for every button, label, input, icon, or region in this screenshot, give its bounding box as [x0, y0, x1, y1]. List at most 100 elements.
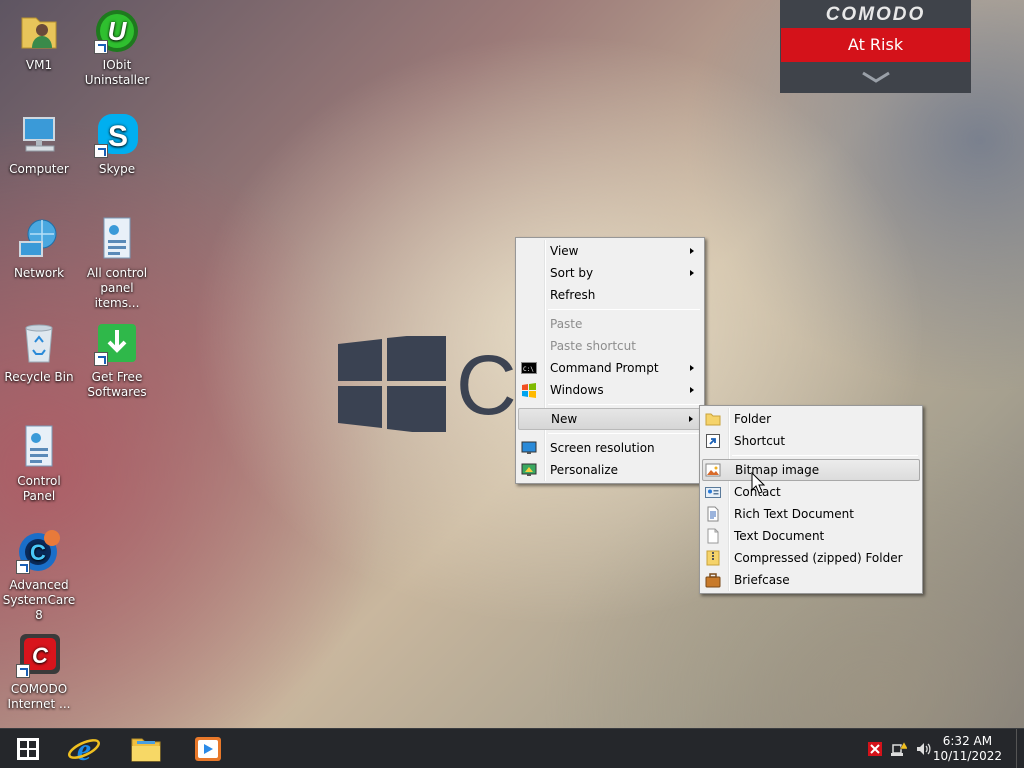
desktop-icon-label: Control Panel — [17, 474, 61, 503]
volume-tray-icon[interactable] — [915, 741, 931, 757]
menu-item-label: New — [551, 412, 578, 426]
desktop-icon-label: VM1 — [25, 58, 53, 72]
network-warning-tray-icon[interactable] — [891, 741, 907, 757]
windows-logo-watermark-icon — [338, 336, 446, 432]
submenu-item-rich-text-document[interactable]: Rich Text Document — [702, 503, 920, 525]
personalize-icon — [521, 463, 537, 476]
menu-item-label: Personalize — [550, 463, 619, 477]
menu-item-label: Sort by — [550, 266, 594, 280]
menu-item-personalize[interactable]: Personalize — [518, 459, 702, 481]
menu-item-label: Paste — [550, 317, 583, 331]
file-explorer-icon — [131, 738, 161, 762]
start-button[interactable] — [8, 733, 48, 765]
menu-item-label: Folder — [734, 412, 772, 426]
menu-item-refresh[interactable]: Refresh — [518, 284, 702, 306]
clock-date: 10/11/2022 — [932, 749, 1002, 763]
desktop-icon-all-control-panel-items[interactable]: All control panel items... — [78, 216, 156, 311]
comodo-brand: COMODO — [825, 4, 926, 25]
briefcase-icon — [705, 573, 721, 588]
submenu-item-contact[interactable]: Contact — [702, 481, 920, 503]
comodo-tray-icon[interactable] — [867, 741, 883, 757]
rich-text-document-icon — [707, 506, 719, 522]
iobit-uninstaller-icon: U — [94, 8, 140, 54]
desktop-icon-advanced-systemcare[interactable]: C Advanced SystemCare 8 — [0, 528, 78, 623]
internet-explorer-icon: e — [68, 734, 100, 764]
desktop-context-menu: View Sort by Refresh Paste Paste shortcu… — [515, 237, 705, 484]
submenu-item-folder[interactable]: Folder — [702, 408, 920, 430]
svg-text:e: e — [77, 734, 91, 764]
new-submenu: Folder Shortcut Bitmap image Contact Ric… — [699, 405, 923, 594]
menu-item-new[interactable]: New — [518, 408, 702, 430]
menu-item-label: Paste shortcut — [550, 339, 636, 353]
user-folder-icon — [16, 8, 62, 54]
menu-item-view[interactable]: View — [518, 240, 702, 262]
desktop-icon-iobit-uninstaller[interactable]: U IObit Uninstaller — [78, 8, 156, 88]
media-player-icon — [195, 737, 221, 761]
desktop-icon-computer[interactable]: Computer — [0, 112, 78, 177]
menu-item-screen-resolution[interactable]: Screen resolution — [518, 437, 702, 459]
contact-card-icon — [705, 487, 721, 498]
submenu-item-bitmap-image[interactable]: Bitmap image — [702, 459, 920, 481]
desktop-watermark-text: C — [456, 338, 517, 432]
desktop-icon-label: IObit Uninstaller — [84, 58, 150, 87]
command-prompt-icon: C:\ — [521, 362, 537, 374]
submenu-item-shortcut[interactable]: Shortcut — [702, 430, 920, 452]
menu-separator — [548, 309, 700, 310]
menu-item-paste-shortcut: Paste shortcut — [518, 335, 702, 357]
taskbar-clock[interactable]: 6:32 AM 10/11/2022 — [933, 734, 1002, 764]
menu-item-paste: Paste — [518, 313, 702, 335]
menu-item-command-prompt[interactable]: C:\ Command Prompt — [518, 357, 702, 379]
menu-item-label: Refresh — [550, 288, 596, 302]
desktop-icon-label: Advanced SystemCare 8 — [2, 578, 76, 622]
desktop-icon-comodo-internet-security[interactable]: C COMODO Internet ... — [0, 632, 78, 712]
mouse-cursor-icon — [751, 472, 765, 494]
shortcut-icon — [706, 434, 720, 448]
text-document-icon — [707, 528, 719, 544]
desktop-icon-label: COMODO Internet ... — [7, 682, 71, 711]
comodo-internet-security-icon: C — [16, 632, 62, 678]
menu-item-label: Shortcut — [734, 434, 786, 448]
desktop-icon-label: All control panel items... — [86, 266, 148, 310]
menu-item-label: Briefcase — [734, 573, 790, 587]
taskbar: e 6:32 AM 10/11/2022 — [0, 728, 1024, 768]
menu-item-label: Command Prompt — [550, 361, 659, 375]
menu-item-sort-by[interactable]: Sort by — [518, 262, 702, 284]
shortcut-arrow-icon — [94, 40, 108, 54]
menu-item-windows[interactable]: Windows — [518, 379, 702, 401]
desktop-icon-control-panel[interactable]: Control Panel — [0, 424, 78, 504]
submenu-item-briefcase[interactable]: Briefcase — [702, 569, 920, 591]
shortcut-arrow-icon — [16, 560, 30, 574]
menu-item-label: Windows — [550, 383, 604, 397]
show-desktop-button[interactable] — [1016, 729, 1024, 768]
submenu-arrow-icon — [689, 416, 693, 422]
taskbar-media-player[interactable] — [188, 733, 228, 765]
comodo-expand-button[interactable] — [780, 62, 971, 92]
submenu-item-text-document[interactable]: Text Document — [702, 525, 920, 547]
menu-item-label: View — [550, 244, 579, 258]
taskbar-file-explorer[interactable] — [126, 733, 166, 765]
network-icon — [16, 216, 62, 262]
shortcut-arrow-icon — [94, 352, 108, 366]
desktop-icon-network[interactable]: Network — [0, 216, 78, 281]
skype-icon: S — [94, 112, 140, 158]
desktop-icon-get-free-softwares[interactable]: Get Free Softwares — [78, 320, 156, 400]
submenu-item-compressed-folder[interactable]: Compressed (zipped) Folder — [702, 547, 920, 569]
menu-item-label: Compressed (zipped) Folder — [734, 551, 903, 565]
desktop-icon-label: Recycle Bin — [4, 370, 74, 384]
clock-time: 6:32 AM — [942, 734, 993, 748]
svg-text:U: U — [108, 16, 128, 46]
desktop-icon-recycle-bin[interactable]: Recycle Bin — [0, 320, 78, 385]
zipped-folder-icon — [706, 550, 720, 566]
comodo-status-badge[interactable]: At Risk — [781, 28, 970, 62]
taskbar-internet-explorer[interactable]: e — [64, 733, 104, 765]
bitmap-image-icon — [705, 463, 721, 477]
desktop-icon-skype[interactable]: S Skype — [78, 112, 156, 177]
folder-icon — [705, 413, 721, 426]
control-panel-icon — [16, 424, 62, 470]
desktop-icon-vm1[interactable]: VM1 — [0, 8, 78, 73]
desktop-icon-label: Network — [13, 266, 65, 280]
shortcut-arrow-icon — [16, 664, 30, 678]
screen-resolution-icon — [521, 441, 537, 454]
desktop-icon-label: Computer — [9, 162, 69, 176]
comodo-status-widget[interactable]: COMODO At Risk — [780, 0, 971, 93]
